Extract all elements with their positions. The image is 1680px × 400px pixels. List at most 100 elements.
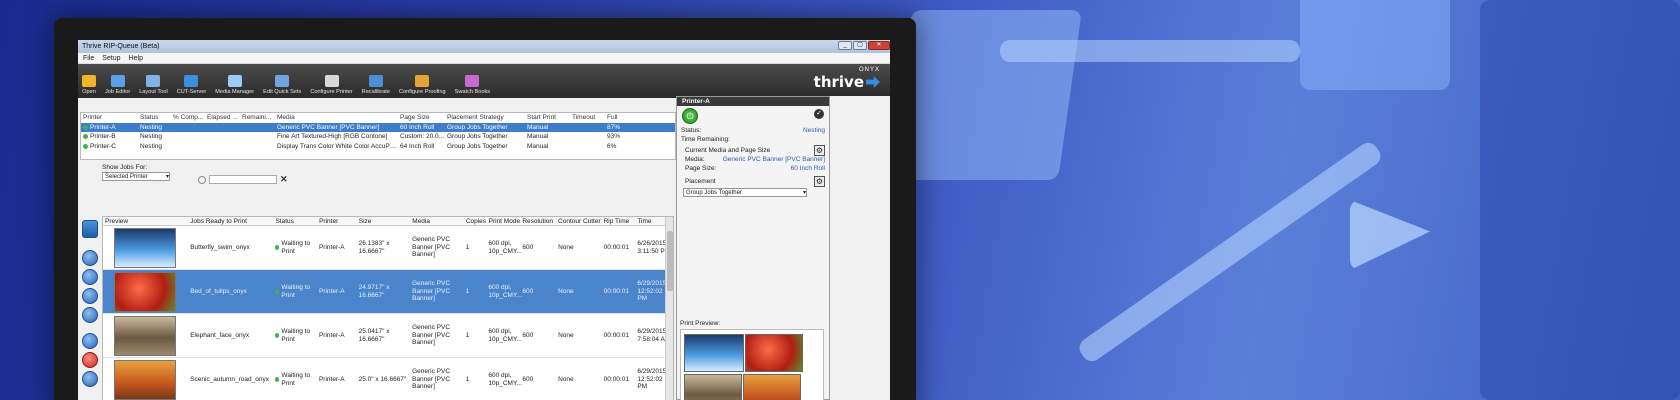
hold-job-button[interactable] xyxy=(82,371,98,387)
toolbar-folder-button[interactable]: Open xyxy=(82,75,96,95)
column-header[interactable]: Preview xyxy=(103,218,188,225)
column-header[interactable]: Printer xyxy=(317,218,357,225)
cell: Printer-B xyxy=(90,133,116,141)
media-value: Generic PVC Banner [PVC Banner] xyxy=(722,156,825,163)
search-input[interactable] xyxy=(209,175,277,184)
cell-media: Generic PVC Banner [PVC Banner] xyxy=(412,368,451,391)
cell-cutter: None xyxy=(558,375,574,383)
cell: Display Trans Color White Color AccuPhot… xyxy=(277,142,398,150)
job-action-buttons xyxy=(80,220,100,390)
column-header[interactable]: Elapsed ... xyxy=(205,114,240,121)
column-header[interactable]: Rip Time xyxy=(602,218,636,225)
toolbar-label: Media Manager xyxy=(215,89,255,95)
column-header[interactable]: Contour Cutter xyxy=(556,218,602,225)
toolbar-media-manager-button[interactable]: Media Manager xyxy=(215,75,254,95)
clear-search-icon[interactable]: ✕ xyxy=(280,174,288,185)
jobs-scrollbar[interactable] xyxy=(665,217,673,400)
printer-row[interactable]: Printer-A Nesting Generic PVC Banner [PVC … xyxy=(81,122,675,132)
column-header[interactable]: Page Size xyxy=(398,114,445,121)
cell-time: 6/29/2015 12:52:02 PM xyxy=(637,368,667,391)
current-media-label: Current Media and Page Size xyxy=(685,147,771,154)
column-header[interactable]: Placement Strategy xyxy=(445,114,525,121)
maximize-button[interactable]: ▢ xyxy=(853,41,867,50)
move-down-button[interactable] xyxy=(82,288,98,304)
toolbar-job-editor-button[interactable]: Job Editor xyxy=(105,75,130,95)
cell: 60 Inch Roll xyxy=(400,123,435,131)
column-header[interactable]: Status xyxy=(273,218,317,225)
job-row[interactable]: Bed_of_tulips_onyx Waiting to Print Printe… xyxy=(103,270,673,314)
quick-sets-icon xyxy=(275,75,290,87)
job-row[interactable]: Elephant_face_onyx Waiting to Print Printe… xyxy=(103,314,673,358)
show-jobs-select[interactable]: Selected Printer ▾ xyxy=(102,172,170,181)
recalibrate-icon xyxy=(368,75,383,87)
move-top-button[interactable] xyxy=(82,250,98,266)
column-header[interactable]: Printer xyxy=(81,114,138,121)
job-row[interactable]: Scenic_autumn_road_onyx Waiting to Print P… xyxy=(103,358,673,400)
cell-time: 6/29/2015 12:52:02 PM xyxy=(637,280,667,303)
toolbar-quick-sets-button[interactable]: Edit Quick Sets xyxy=(263,75,301,95)
jobs-table-header: Preview Jobs Ready to Print Status Printer S… xyxy=(103,217,673,226)
column-header[interactable]: Size xyxy=(357,218,411,225)
toolbar-layout-tool-button[interactable]: Layout Tool xyxy=(139,75,168,95)
printer-row[interactable]: Printer-B Nesting Fine Art Textured-High [… xyxy=(81,132,675,142)
cell-mode: 600 dpi, 10p_CMY... xyxy=(488,284,522,299)
gear-icon[interactable]: ⚙ xyxy=(814,176,825,187)
preview-elephant xyxy=(684,374,742,400)
printer-row[interactable]: Printer-C Nesting Display Trans Color Whit… xyxy=(81,142,675,152)
minimize-button[interactable]: _ xyxy=(838,41,852,50)
column-header[interactable]: Timeout xyxy=(570,114,605,121)
menu-setup[interactable]: Setup xyxy=(102,55,120,62)
cell-name: Elephant_face_onyx xyxy=(190,331,250,339)
toolbar-label: Edit Quick Sets xyxy=(263,89,302,95)
column-header[interactable]: Start Print xyxy=(525,114,570,121)
gear-icon[interactable]: ⚙ xyxy=(814,145,825,156)
cell-media: Generic PVC Banner [PVC Banner] xyxy=(412,236,451,259)
column-header[interactable]: Resolution xyxy=(520,218,556,225)
column-header[interactable]: Status xyxy=(138,114,171,121)
cell-name: Scenic_autumn_road_onyx xyxy=(190,375,269,383)
cell: Nesting xyxy=(140,123,163,131)
toolbar-swatch-books-button[interactable]: Swatch Books xyxy=(455,75,490,95)
cell-media: Generic PVC Banner [PVC Banner] xyxy=(412,324,451,347)
printer-detail-pane: Printer-A ⏻ ✓ Status: Nesting Time Remain… xyxy=(676,96,830,400)
cell-size: 24.9717" x 16.6667" xyxy=(358,284,390,299)
job-thumbnail xyxy=(114,227,176,268)
placement-select[interactable]: Group Jobs Together ▾ xyxy=(683,188,807,197)
job-properties-button[interactable] xyxy=(82,333,98,349)
menu-help[interactable]: Help xyxy=(129,55,143,62)
print-job-button[interactable] xyxy=(82,220,98,238)
toolbar-label: Configure Printer xyxy=(310,89,353,95)
toolbar-cut-server-button[interactable]: CUT-Server xyxy=(177,75,206,95)
power-icon[interactable]: ⏻ xyxy=(682,108,698,124)
column-header[interactable]: Remaini... xyxy=(240,114,275,121)
window-title: Thrive RIP-Queue (Beta) xyxy=(82,43,160,50)
cell-media: Generic PVC Banner [PVC Banner] xyxy=(412,280,451,303)
delete-job-button[interactable] xyxy=(82,352,98,368)
column-header[interactable]: Full xyxy=(605,114,635,121)
column-header[interactable]: Media xyxy=(275,114,398,121)
toolbar-proofing-button[interactable]: Configure Proofing xyxy=(399,75,446,95)
toolbar-label: Configure Proofing xyxy=(398,89,446,95)
cell-rip: 00:00:01 xyxy=(603,243,629,251)
move-bottom-button[interactable] xyxy=(82,307,98,323)
checkmark-icon[interactable]: ✓ xyxy=(814,109,824,119)
chevron-down-icon: ▾ xyxy=(802,190,806,196)
move-up-button[interactable] xyxy=(82,269,98,285)
cell: 64 Inch Roll xyxy=(400,142,435,150)
printer-icon xyxy=(324,75,339,87)
toolbar-printer-button[interactable]: Configure Printer xyxy=(310,75,353,95)
menu-file[interactable]: File xyxy=(83,55,94,62)
media-manager-icon xyxy=(227,75,242,87)
column-header[interactable]: Jobs Ready to Print xyxy=(188,218,273,225)
toolbar: Open Job Editor Layout Tool CUT-Server Media… xyxy=(78,64,890,98)
job-row[interactable]: Butterfly_swim_onyx Waiting to Print Print… xyxy=(103,226,673,270)
column-header[interactable]: Print Mode xyxy=(487,218,521,225)
column-header[interactable]: Media xyxy=(410,218,464,225)
status-value: Nesting xyxy=(802,127,825,134)
column-header[interactable]: Copies xyxy=(464,218,487,225)
column-header[interactable]: % Comp... xyxy=(171,114,205,121)
cell-status: Waiting to Print xyxy=(281,372,311,387)
toolbar-recalibrate-button[interactable]: Recalibrate xyxy=(362,75,390,95)
close-button[interactable]: ✕ xyxy=(868,41,890,50)
menu-bar: File Setup Help xyxy=(78,53,890,64)
